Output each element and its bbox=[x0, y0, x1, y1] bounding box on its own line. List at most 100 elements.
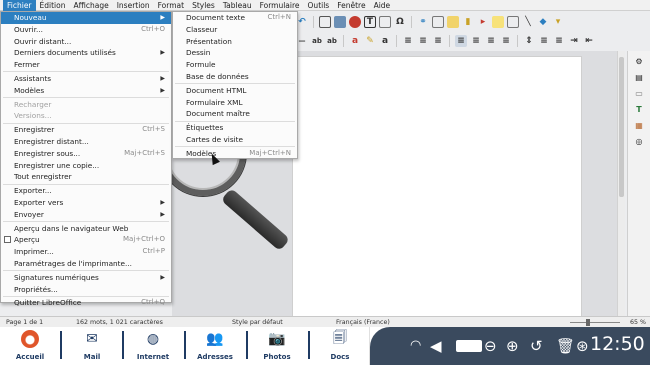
menu-item-modeles[interactable]: Modèles ▶ bbox=[1, 85, 171, 97]
menu-item-ouvrir[interactable]: Ouvrir... Ctrl+O bbox=[1, 24, 171, 36]
menu-item-envoyer[interactable]: Envoyer ▶ bbox=[1, 209, 171, 221]
battery-icon[interactable] bbox=[456, 340, 482, 352]
more-shapes-icon[interactable]: ▾ bbox=[552, 16, 564, 28]
image-icon[interactable] bbox=[334, 16, 346, 28]
outline-icon[interactable]: ≡ bbox=[432, 35, 444, 47]
menu-aide[interactable]: Aide bbox=[370, 0, 395, 11]
subscript-icon[interactable]: ab bbox=[326, 35, 338, 47]
word-count[interactable]: 162 mots, 1 021 caractères bbox=[76, 319, 163, 326]
footnote-icon[interactable] bbox=[432, 16, 444, 28]
special-character-icon[interactable]: Ω bbox=[394, 16, 406, 28]
numbering-icon[interactable]: ≡ bbox=[417, 35, 429, 47]
zoom-slider[interactable] bbox=[570, 322, 620, 323]
menu-styles[interactable]: Styles bbox=[188, 0, 219, 11]
justify-icon[interactable]: ≡ bbox=[500, 35, 512, 47]
submenu-item-cartes-de-visite[interactable]: Cartes de visite bbox=[173, 134, 297, 146]
page-icon[interactable]: ▭ bbox=[634, 89, 644, 99]
menu-fenetre[interactable]: Fenêtre bbox=[333, 0, 369, 11]
vertical-scrollbar[interactable] bbox=[617, 51, 625, 316]
submenu-item-base-de-donnees[interactable]: Base de données bbox=[173, 71, 297, 83]
menu-item-exporter[interactable]: Exporter... bbox=[1, 185, 171, 197]
textbox-icon[interactable]: T bbox=[364, 16, 376, 28]
zoom-in-icon[interactable]: ⊕ bbox=[506, 337, 519, 355]
hyperlink-icon[interactable]: ⚭ bbox=[417, 16, 429, 28]
menu-item-tout-enregistrer[interactable]: Tout enregistrer bbox=[1, 171, 171, 183]
menu-item-nouveau[interactable]: Nouveau ▶ bbox=[1, 12, 171, 24]
submenu-item-document-texte[interactable]: Document texte Ctrl+N bbox=[173, 12, 297, 24]
menu-item-enregistrer-distant[interactable]: Enregistrer distant... bbox=[1, 136, 171, 148]
submenu-item-formulaire-xml[interactable]: Formulaire XML bbox=[173, 97, 297, 109]
zoom-slider-handle[interactable] bbox=[586, 319, 590, 326]
dock-item-internet[interactable]: ◍ Internet bbox=[128, 329, 178, 365]
document-page[interactable] bbox=[292, 56, 582, 318]
dock-item-docs[interactable]: 🗐 Docs bbox=[315, 329, 365, 365]
menu-item-enregistrer-copie[interactable]: Enregistrer une copie... bbox=[1, 160, 171, 172]
note-icon[interactable] bbox=[492, 16, 504, 28]
menu-item-parametrages-imprimante[interactable]: Paramétrages de l'imprimante... bbox=[1, 258, 171, 270]
navigator-icon[interactable]: ◎ bbox=[634, 137, 644, 147]
wifi-icon[interactable]: ◠ bbox=[410, 337, 421, 355]
submenu-item-classeur[interactable]: Classeur bbox=[173, 24, 297, 36]
menu-item-imprimer[interactable]: Imprimer... Ctrl+P bbox=[1, 246, 171, 258]
track-changes-icon[interactable] bbox=[507, 16, 519, 28]
menu-item-enregistrer-sous[interactable]: Enregistrer sous... Maj+Ctrl+S bbox=[1, 148, 171, 160]
menu-item-enregistrer[interactable]: Enregistrer Ctrl+S bbox=[1, 124, 171, 136]
trash-icon[interactable]: 🗑 bbox=[556, 337, 575, 355]
menu-item-quitter[interactable]: Quitter LibreOffice Ctrl+Q bbox=[1, 297, 171, 309]
menu-item-fermer[interactable]: Fermer bbox=[1, 59, 171, 71]
align-right-icon[interactable]: ≡ bbox=[485, 35, 497, 47]
styles-icon[interactable]: T bbox=[634, 105, 644, 115]
menu-fichier[interactable]: Fichier bbox=[3, 0, 36, 11]
chart-icon[interactable] bbox=[349, 16, 361, 28]
menu-item-signatures[interactable]: Signatures numériques ▶ bbox=[1, 272, 171, 284]
page-break-icon[interactable] bbox=[379, 16, 391, 28]
submenu-item-document-html[interactable]: Document HTML bbox=[173, 85, 297, 97]
menu-edition[interactable]: Édition bbox=[36, 0, 70, 11]
menu-format[interactable]: Format bbox=[154, 0, 188, 11]
menu-affichage[interactable]: Affichage bbox=[69, 0, 112, 11]
bullets-icon[interactable]: ≡ bbox=[402, 35, 414, 47]
shapes-icon[interactable]: ◆ bbox=[537, 16, 549, 28]
submenu-item-presentation[interactable]: Présentation bbox=[173, 36, 297, 48]
increase-indent-icon[interactable]: ⇥ bbox=[568, 35, 580, 47]
decrease-indent-icon[interactable]: ⇤ bbox=[583, 35, 595, 47]
zoom-out-icon[interactable]: ⊖ bbox=[484, 337, 497, 355]
menu-item-apercu-navigateur[interactable]: Aperçu dans le navigateur Web bbox=[1, 223, 171, 235]
undo-arrow-icon[interactable]: ↺ bbox=[530, 337, 543, 355]
superscript-icon[interactable]: ab bbox=[311, 35, 323, 47]
menu-tableau[interactable]: Tableau bbox=[219, 0, 256, 11]
cross-reference-icon[interactable]: ▸ bbox=[477, 16, 489, 28]
language-status[interactable]: Français (France) bbox=[336, 319, 390, 326]
submenu-item-document-maitre[interactable]: Document maître bbox=[173, 108, 297, 120]
comment-icon[interactable] bbox=[447, 16, 459, 28]
font-color-icon[interactable]: a bbox=[349, 35, 361, 47]
menu-item-exporter-vers[interactable]: Exporter vers ▶ bbox=[1, 197, 171, 209]
dock-item-mail[interactable]: ✉ Mail bbox=[67, 329, 117, 365]
sidebar-menu-icon[interactable]: ⚙ bbox=[634, 57, 644, 67]
menu-formulaire[interactable]: Formulaire bbox=[256, 0, 304, 11]
bookmark-icon[interactable]: ▮ bbox=[462, 16, 474, 28]
dock-item-adresses[interactable]: 👥 Adresses bbox=[190, 329, 240, 365]
decrease-spacing-icon[interactable]: ≡ bbox=[553, 35, 565, 47]
menu-item-derniers-documents[interactable]: Derniers documents utilisés ▶ bbox=[1, 47, 171, 59]
scrollbar-thumb[interactable] bbox=[619, 57, 624, 197]
help-lifebuoy-icon[interactable]: ⊛ bbox=[576, 337, 589, 355]
submenu-item-formule[interactable]: Formule bbox=[173, 59, 297, 71]
submenu-item-dessin[interactable]: Dessin bbox=[173, 47, 297, 59]
dock-item-accueil[interactable]: Accueil bbox=[5, 329, 55, 365]
increase-spacing-icon[interactable]: ≡ bbox=[538, 35, 550, 47]
menu-item-assistants[interactable]: Assistants ▶ bbox=[1, 73, 171, 85]
zoom-level[interactable]: 65 % bbox=[630, 319, 646, 326]
checkbox-icon[interactable] bbox=[4, 236, 11, 244]
menu-item-apercu[interactable]: Aperçu Maj+Ctrl+O bbox=[1, 234, 171, 246]
menu-insertion[interactable]: Insertion bbox=[113, 0, 154, 11]
gallery-icon[interactable]: ▦ bbox=[634, 121, 644, 131]
menu-outils[interactable]: Outils bbox=[304, 0, 334, 11]
line-icon[interactable]: ╲ bbox=[522, 16, 534, 28]
submenu-item-modeles[interactable]: Modèles Maj+Ctrl+N bbox=[173, 148, 297, 160]
table-icon[interactable] bbox=[319, 16, 331, 28]
volume-icon[interactable]: ◀ bbox=[430, 337, 442, 355]
menu-item-ouvrir-distant[interactable]: Ouvrir distant... bbox=[1, 36, 171, 48]
highlight-icon[interactable]: ✎ bbox=[364, 35, 376, 47]
char-background-icon[interactable]: a bbox=[379, 35, 391, 47]
